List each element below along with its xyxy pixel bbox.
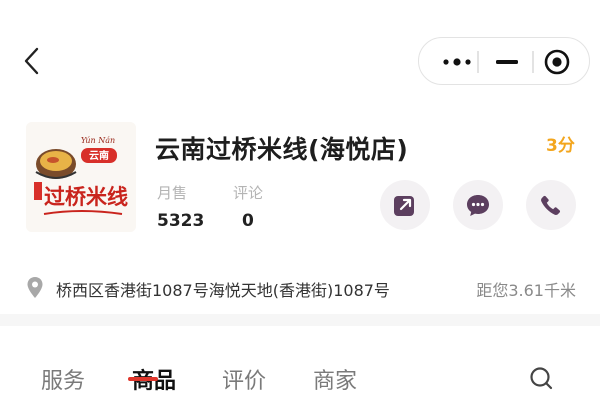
store-distance: 距您3.61千米 [476,281,576,300]
more-dots-icon [443,58,471,66]
review-count-label: 评论 [233,184,264,202]
svg-text:过桥米线: 过桥米线 [44,185,128,209]
tab-reviews[interactable]: 评价 [222,363,266,395]
svg-text:Yún Nán: Yún Nán [81,136,115,145]
store-address: 桥西区香港街1087号海悦天地(香港街)1087号 [56,281,390,300]
svg-text:云南: 云南 [89,149,109,162]
search-icon [530,367,553,390]
address-row[interactable]: 桥西区香港街1087号海悦天地(香港街)1087号 距您3.61千米 [0,268,600,308]
chevron-left-icon [24,47,39,75]
chat-icon [467,195,489,216]
monthly-sales-stat: 月售 5323 [157,182,204,231]
close-button[interactable] [527,38,587,86]
rice-noodle-bowl-logo: Yún Nán 云南 过桥米线 [26,122,136,232]
section-divider [0,314,600,326]
close-target-icon [544,49,570,75]
phone-icon [541,195,561,215]
active-tab-indicator [128,377,158,381]
share-icon [394,196,414,216]
tab-services[interactable]: 服务 [41,363,85,395]
chat-button[interactable] [453,180,503,230]
store-tabs: 服务 商品 评价 商家 [0,345,600,400]
search-button[interactable] [526,363,558,395]
review-count-stat: 评论 0 [233,182,263,231]
monthly-sales-value: 5323 [157,211,205,231]
back-button[interactable] [18,44,48,78]
location-pin-icon [27,277,43,298]
store-header: Yún Nán 云南 过桥米线 云南过桥米线(海悦店) 3分 月售 5323 评… [0,118,600,248]
phone-button[interactable] [526,180,576,230]
store-name: 云南过桥米线(海悦店) [155,135,409,164]
share-button[interactable] [380,180,430,230]
minimize-icon [496,60,518,64]
store-rating: 3分 [546,136,575,156]
store-logo: Yún Nán 云南 过桥米线 [26,122,136,232]
tab-merchant[interactable]: 商家 [313,363,357,395]
top-nav-bar [0,0,600,120]
review-count-value: 0 [242,211,254,231]
monthly-sales-label: 月售 [157,184,188,202]
mini-program-capsule [418,37,590,85]
